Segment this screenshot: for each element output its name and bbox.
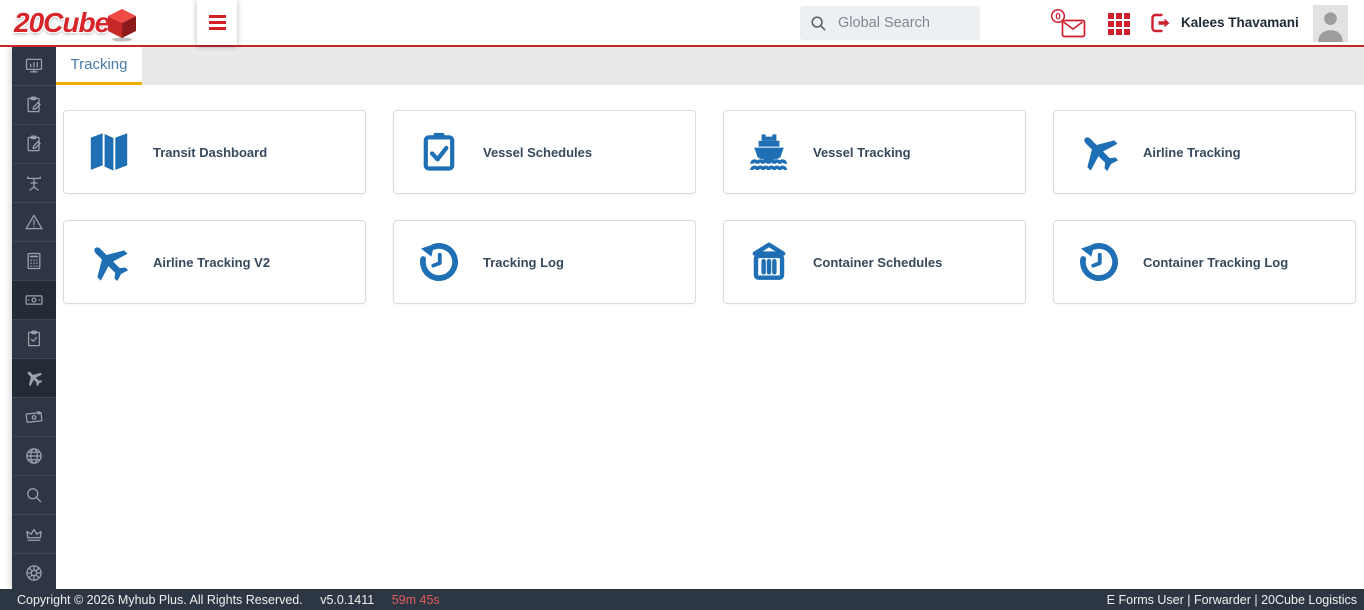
avatar[interactable] xyxy=(1313,5,1348,42)
sidebar-item-forms[interactable] xyxy=(12,85,56,124)
card-label: Container Schedules xyxy=(813,254,943,270)
plane-icon xyxy=(27,371,43,387)
card-vessel-tracking[interactable]: Vessel Tracking xyxy=(723,110,1026,194)
globe-icon xyxy=(26,448,42,464)
copyright-text: Copyright © 2026 Myhub Plus. All Rights … xyxy=(17,592,303,607)
plane-icon xyxy=(84,237,134,287)
logo[interactable]: 20Cube xyxy=(14,4,139,42)
invoice-money-icon xyxy=(25,410,43,423)
card-airline-tracking-v2[interactable]: Airline Tracking V2 xyxy=(63,220,366,304)
footer-right: E Forms User | Forwarder | 20Cube Logist… xyxy=(1106,592,1357,607)
mail-badge: 0 xyxy=(1055,11,1060,22)
version-text: v5.0.1411 xyxy=(320,592,375,607)
dashboard-monitor-icon xyxy=(25,58,43,73)
calculator-icon xyxy=(27,252,41,270)
ship-icon xyxy=(744,127,794,177)
warning-triangle-icon xyxy=(25,214,43,230)
banknote-icon xyxy=(25,295,43,305)
card-vessel-schedules[interactable]: Vessel Schedules xyxy=(393,110,696,194)
hamburger-icon xyxy=(208,15,226,18)
history-icon xyxy=(1074,237,1124,287)
sidebar-item-port[interactable] xyxy=(12,163,56,202)
logout-button[interactable] xyxy=(1148,11,1172,38)
tab-tracking[interactable]: Tracking xyxy=(56,47,142,85)
sidebar-item-tasks[interactable] xyxy=(12,319,56,358)
card-row-2: Airline Tracking V2 Tracking Log Contain… xyxy=(63,220,1364,304)
sidebar-item-tracking[interactable] xyxy=(12,358,56,397)
clipboard-check-icon xyxy=(27,330,41,347)
card-container-schedules[interactable]: Container Schedules xyxy=(723,220,1026,304)
sidebar-item-alerts[interactable] xyxy=(12,202,56,241)
plane-icon xyxy=(1074,127,1124,177)
clipboard-edit-2-icon xyxy=(27,135,41,152)
sidebar-item-forms-2[interactable] xyxy=(12,124,56,163)
menu-toggle-button[interactable] xyxy=(197,0,237,45)
port-crane-icon xyxy=(27,176,41,191)
mail-button[interactable]: 0 xyxy=(1048,7,1088,44)
header: 20Cube 0 xyxy=(0,0,1364,47)
sidebar-item-invoices[interactable] xyxy=(12,397,56,436)
cube-icon xyxy=(108,9,137,42)
card-label: Vessel Tracking xyxy=(813,144,911,160)
user-name[interactable]: Kalees Thavamani xyxy=(1181,0,1299,45)
clipboard-check-icon xyxy=(414,127,464,177)
search-icon xyxy=(811,16,826,31)
container-icon xyxy=(744,237,794,287)
tab-bar: Tracking xyxy=(56,47,1364,85)
sidebar-item-calculator[interactable] xyxy=(12,241,56,280)
crown-icon xyxy=(26,528,42,541)
sidebar-item-settings[interactable] xyxy=(12,553,56,592)
card-airline-tracking[interactable]: Airline Tracking xyxy=(1053,110,1356,194)
footer-left: Copyright © 2026 Myhub Plus. All Rights … xyxy=(17,593,440,607)
logout-icon xyxy=(1151,13,1170,33)
card-label: Airline Tracking xyxy=(1143,144,1241,160)
main-content: Transit Dashboard Vessel Schedules Vesse… xyxy=(56,85,1364,589)
search-icon xyxy=(27,488,42,503)
search-input[interactable] xyxy=(836,14,970,32)
card-label: Vessel Schedules xyxy=(483,144,593,160)
sidebar xyxy=(12,47,56,589)
logo-text: 20Cube xyxy=(14,7,110,38)
card-transit-dashboard[interactable]: Transit Dashboard xyxy=(63,110,366,194)
clipboard-edit-icon xyxy=(27,96,41,113)
global-search xyxy=(800,6,980,40)
card-tracking-log[interactable]: Tracking Log xyxy=(393,220,696,304)
tab-label: Tracking xyxy=(70,56,128,73)
grid-icon xyxy=(1108,13,1130,35)
footer: Copyright © 2026 Myhub Plus. All Rights … xyxy=(0,589,1364,610)
sidebar-item-payments[interactable] xyxy=(12,280,56,319)
card-label: Airline Tracking V2 xyxy=(153,254,271,270)
card-label: Transit Dashboard xyxy=(153,144,268,160)
map-icon xyxy=(84,127,134,177)
sidebar-item-dashboard[interactable] xyxy=(12,47,56,85)
card-row-1: Transit Dashboard Vessel Schedules Vesse… xyxy=(63,110,1364,194)
sidebar-item-search[interactable] xyxy=(12,475,56,514)
card-container-tracking-log[interactable]: Container Tracking Log xyxy=(1053,220,1356,304)
history-icon xyxy=(414,237,464,287)
card-label: Tracking Log xyxy=(483,254,564,270)
card-label: Container Tracking Log xyxy=(1143,254,1289,270)
sidebar-item-premium[interactable] xyxy=(12,514,56,553)
avatar-icon xyxy=(1313,5,1348,42)
mail-icon: 0 xyxy=(1050,8,1086,38)
apps-grid-button[interactable] xyxy=(1108,13,1130,35)
wheel-icon xyxy=(26,565,42,581)
sidebar-item-global[interactable] xyxy=(12,436,56,475)
session-timer: 59m 45s xyxy=(391,592,440,607)
